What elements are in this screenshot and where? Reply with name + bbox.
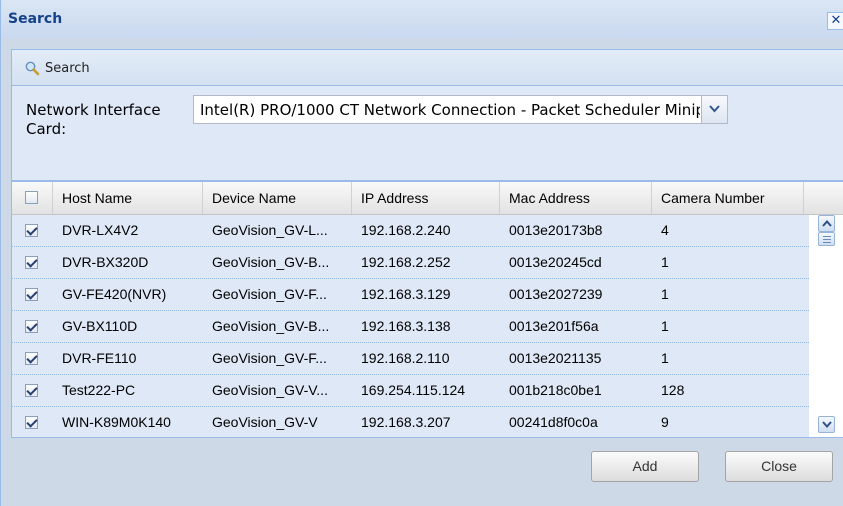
add-button[interactable]: Add [591,451,699,482]
cell-host-name: Test222-PC [62,382,136,398]
cell-camera-number: 1 [661,254,669,270]
nic-label: Network Interface Card: [26,101,161,138]
cell-camera-number: 1 [661,318,669,334]
column-camera-number[interactable]: Camera Number [652,182,804,214]
toolbar: Search [11,49,843,86]
cell-host-name: GV-BX110D [62,318,138,334]
cell-mac-address: 0013e20173b8 [509,222,603,238]
cell-device-name: GeoVision_GV-F... [212,350,327,366]
column-mac-address[interactable]: Mac Address [500,182,652,214]
cell-camera-number: 1 [661,286,669,302]
column-device-name[interactable]: Device Name [203,182,352,214]
scroll-thumb[interactable] [818,232,835,246]
window-title: Search [8,11,63,27]
cell-ip-address: 192.168.3.129 [361,286,451,302]
close-button[interactable]: Close [725,451,833,482]
cell-ip-address: 192.168.3.207 [361,414,451,430]
row-checkbox[interactable] [25,256,38,269]
row-checkbox[interactable] [25,352,38,365]
cell-ip-address: 192.168.2.252 [361,254,451,270]
cell-host-name: DVR-FE110 [62,350,137,366]
row-checkbox[interactable] [25,384,38,397]
cell-mac-address: 0013e20245cd [509,254,602,270]
cell-ip-address: 169.254.115.124 [361,382,466,398]
magnifier-icon [25,61,40,76]
table-row[interactable]: DVR-LX4V2 GeoVision_GV-L... 192.168.2.240 0… [12,215,809,247]
table-row[interactable]: WIN-K89M0K140 GeoVision_GV-V 192.168.3.207… [12,407,809,437]
header-checkbox-cell [12,182,53,214]
search-dialog: Search ✕ Search Network Interface Card: … [0,0,843,506]
search-button[interactable]: Search [24,58,90,78]
cell-device-name: GeoVision_GV-F... [212,286,327,302]
cell-host-name: GV-FE420(NVR) [62,286,167,302]
table-row[interactable]: GV-FE420(NVR) GeoVision_GV-F... 192.168.3.… [12,279,809,311]
column-ip-address[interactable]: IP Address [352,182,500,214]
row-checkbox[interactable] [25,320,38,333]
row-checkbox[interactable] [25,224,38,237]
close-icon[interactable]: ✕ [827,12,843,30]
table-row[interactable]: Test222-PC GeoVision_GV-V... 169.254.115.1… [12,375,809,407]
cell-camera-number: 9 [661,414,669,430]
cell-device-name: GeoVision_GV-L... [212,222,328,238]
cell-device-name: GeoVision_GV-V... [212,382,328,398]
row-checkbox[interactable] [25,416,38,429]
scroll-down-icon[interactable] [818,416,835,433]
chevron-down-icon[interactable] [701,96,727,123]
table-row[interactable]: DVR-BX320D GeoVision_GV-B... 192.168.2.252… [12,247,809,279]
title-bar[interactable]: Search ✕ [1,0,843,38]
cell-mac-address: 0013e201f56a [509,318,599,334]
cell-device-name: GeoVision_GV-B... [212,254,330,270]
cell-mac-address: 00241d8f0c0a [509,414,598,430]
dialog-footer: Add Close [1,438,843,506]
cell-ip-address: 192.168.2.110 [361,350,450,366]
cell-ip-address: 192.168.2.240 [361,222,451,238]
row-checkbox[interactable] [25,288,38,301]
cell-host-name: DVR-BX320D [62,254,149,270]
table-row[interactable]: DVR-FE110 GeoVision_GV-F... 192.168.2.110 0… [12,343,809,375]
cell-camera-number: 4 [661,222,669,238]
nic-select-value: Intel(R) PRO/1000 CT Network Connection … [200,101,700,119]
cell-device-name: GeoVision_GV-B... [212,318,330,334]
cell-mac-address: 001b218c0be1 [509,382,602,398]
vertical-scrollbar[interactable] [809,215,843,437]
cell-mac-address: 0013e2021135 [509,350,602,366]
cell-camera-number: 1 [661,350,669,366]
cell-host-name: DVR-LX4V2 [62,222,139,238]
nic-select[interactable]: Intel(R) PRO/1000 CT Network Connection … [193,95,728,124]
column-host-name[interactable]: Host Name [53,182,203,214]
grid-body: DVR-LX4V2 GeoVision_GV-L... 192.168.2.240 0… [12,215,809,437]
cell-host-name: WIN-K89M0K140 [62,414,171,430]
nic-panel: Network Interface Card: Intel(R) PRO/100… [11,86,843,181]
results-grid: Host Name Device Name IP Address Mac Add… [11,181,843,438]
cell-device-name: GeoVision_GV-V [212,414,318,430]
select-all-checkbox[interactable] [25,191,38,204]
search-button-label: Search [45,60,90,76]
cell-mac-address: 0013e2027239 [509,286,603,302]
grid-header: Host Name Device Name IP Address Mac Add… [12,182,843,215]
scroll-up-icon[interactable] [818,215,835,232]
table-row[interactable]: GV-BX110D GeoVision_GV-B... 192.168.3.138 0… [12,311,809,343]
cell-camera-number: 128 [661,382,685,398]
cell-ip-address: 192.168.3.138 [361,318,451,334]
